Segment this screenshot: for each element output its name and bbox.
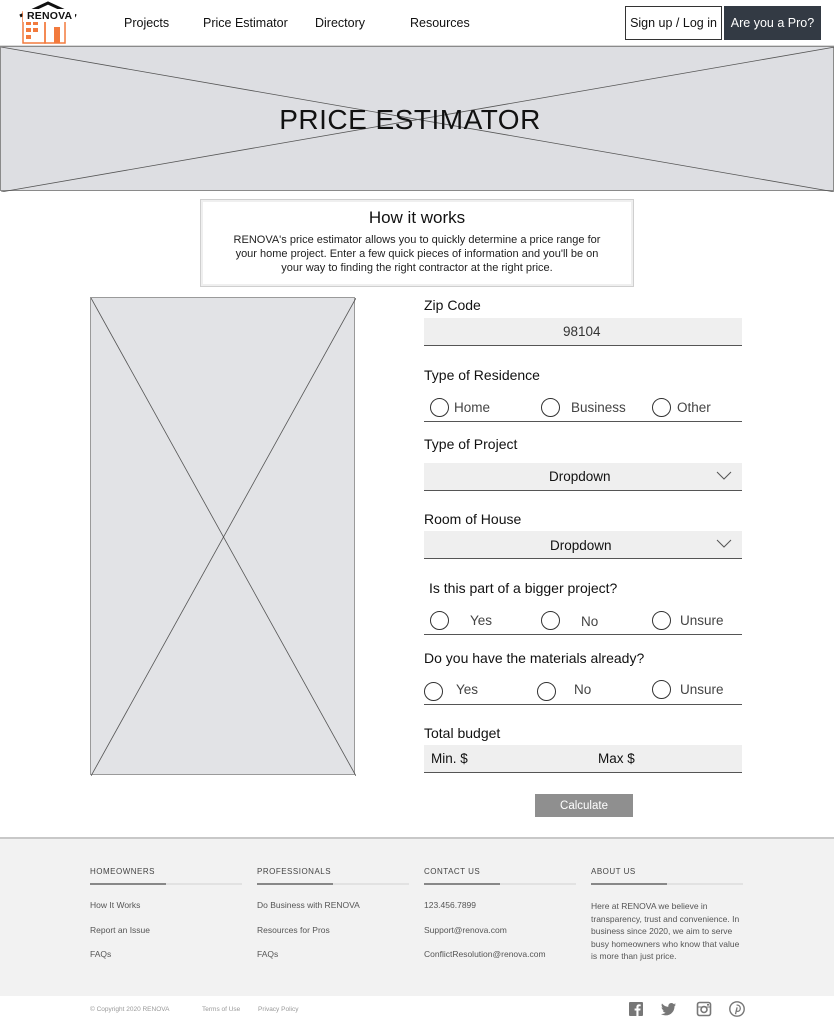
zip-code-value: 98104 [563, 324, 601, 339]
footer-contact: CONTACT US 123.456.7899 Support@renova.c… [424, 867, 576, 974]
bigger-project-label: Is this part of a bigger project? [429, 580, 618, 596]
residence-home-radio[interactable] [430, 398, 449, 417]
residence-business-label: Business [571, 400, 626, 415]
how-it-works-text: RENOVA's price estimator allows you to q… [233, 234, 601, 274]
are-you-a-pro-button[interactable]: Are you a Pro? [724, 6, 821, 40]
materials-yes-radio[interactable] [424, 682, 443, 701]
copyright: © Copyright 2020 RENOVA [90, 1006, 170, 1013]
room-label: Room of House [424, 511, 522, 527]
divider [424, 634, 742, 635]
materials-unsure-label: Unsure [680, 682, 724, 697]
footer-rule [257, 883, 409, 885]
footer-link-faqs[interactable]: FAQs [90, 949, 242, 974]
footer-link-resources-pros[interactable]: Resources for Pros [257, 925, 409, 950]
chevron-down-icon [716, 539, 732, 548]
materials-unsure-radio[interactable] [652, 680, 671, 699]
footer-link-report-issue[interactable]: Report an Issue [90, 925, 242, 950]
materials-yes-label: Yes [456, 682, 479, 697]
bigger-no-label: No [581, 614, 599, 629]
terms-link[interactable]: Terms of Use [202, 1006, 240, 1013]
project-type-dropdown[interactable]: Dropdown [424, 463, 742, 491]
zip-code-label: Zip Code [424, 297, 481, 313]
footer-rule [424, 883, 576, 885]
bigger-yes-radio[interactable] [430, 611, 449, 630]
renova-logo[interactable]: RENOVA [18, 1, 80, 45]
site-footer: HOMEOWNERS How It Works Report an Issue … [0, 837, 834, 996]
residence-label: Type of Residence [424, 367, 540, 383]
how-it-works-box: How it works RENOVA's price estimator al… [200, 199, 634, 287]
footer-homeowners: HOMEOWNERS How It Works Report an Issue … [90, 867, 242, 974]
nav-directory[interactable]: Directory [315, 16, 365, 30]
footer-heading: CONTACT US [424, 867, 481, 876]
footer-about: ABOUT US Here at RENOVA we believe in tr… [591, 867, 743, 963]
page-title: PRICE ESTIMATOR [279, 104, 541, 135]
bigger-no-radio[interactable] [541, 611, 560, 630]
nav-price-estimator[interactable]: Price Estimator [203, 16, 288, 30]
budget-field: Min. $ Max $ [424, 745, 742, 773]
footer-link-how-it-works[interactable]: How It Works [90, 900, 242, 925]
footer-support-email[interactable]: Support@renova.com [424, 925, 576, 950]
footer-phone[interactable]: 123.456.7899 [424, 900, 576, 925]
privacy-link[interactable]: Privacy Policy [258, 1006, 298, 1013]
bottom-bar: © Copyright 2020 RENOVA Terms of Use Pri… [0, 996, 834, 1023]
footer-heading: PROFESSIONALS [257, 867, 332, 876]
bigger-unsure-label: Unsure [680, 613, 724, 628]
budget-min-input[interactable]: Min. $ [431, 751, 468, 766]
materials-no-radio[interactable] [537, 682, 556, 701]
hero-banner: PRICE ESTIMATOR [0, 46, 834, 192]
zip-code-input[interactable]: 98104 [424, 318, 742, 346]
footer-conflict-email[interactable]: ConflictResolution@renova.com [424, 949, 576, 974]
footer-about-text: Here at RENOVA we believe in transparenc… [591, 901, 740, 961]
room-value: Dropdown [550, 538, 612, 553]
residence-home-label: Home [454, 400, 491, 415]
project-type-value: Dropdown [549, 469, 611, 484]
footer-rule [90, 883, 242, 885]
instagram-icon[interactable] [696, 1001, 712, 1017]
calculate-button[interactable]: Calculate [535, 794, 633, 817]
how-it-works-title: How it works [368, 208, 466, 227]
twitter-icon[interactable] [661, 1001, 677, 1017]
residence-other-radio[interactable] [652, 398, 671, 417]
materials-no-label: No [574, 682, 592, 697]
nav-resources[interactable]: Resources [410, 16, 470, 30]
budget-max-input[interactable]: Max $ [598, 751, 635, 766]
facebook-icon[interactable] [628, 1001, 644, 1017]
divider [424, 704, 742, 705]
pinterest-icon[interactable] [729, 1001, 745, 1017]
footer-heading: ABOUT US [591, 867, 636, 876]
footer-heading: HOMEOWNERS [90, 867, 155, 876]
footer-link-faqs[interactable]: FAQs [257, 949, 409, 974]
logo-text: RENOVA [27, 10, 73, 22]
room-dropdown[interactable]: Dropdown [424, 531, 742, 559]
project-type-label: Type of Project [424, 436, 518, 452]
site-header: RENOVA Projects Price Estimator Director… [0, 0, 834, 46]
image-placeholder [90, 297, 356, 776]
residence-other-label: Other [677, 400, 711, 415]
residence-business-radio[interactable] [541, 398, 560, 417]
budget-label: Total budget [424, 725, 501, 741]
bigger-unsure-radio[interactable] [652, 611, 671, 630]
divider [424, 421, 742, 422]
footer-link-do-business[interactable]: Do Business with RENOVA [257, 900, 409, 925]
footer-professionals: PROFESSIONALS Do Business with RENOVA Re… [257, 867, 409, 974]
bigger-yes-label: Yes [470, 613, 493, 628]
chevron-down-icon [716, 471, 732, 480]
signup-login-button[interactable]: Sign up / Log in [625, 6, 722, 40]
footer-rule [591, 883, 743, 885]
nav-projects[interactable]: Projects [124, 16, 169, 30]
materials-label: Do you have the materials already? [424, 650, 645, 666]
